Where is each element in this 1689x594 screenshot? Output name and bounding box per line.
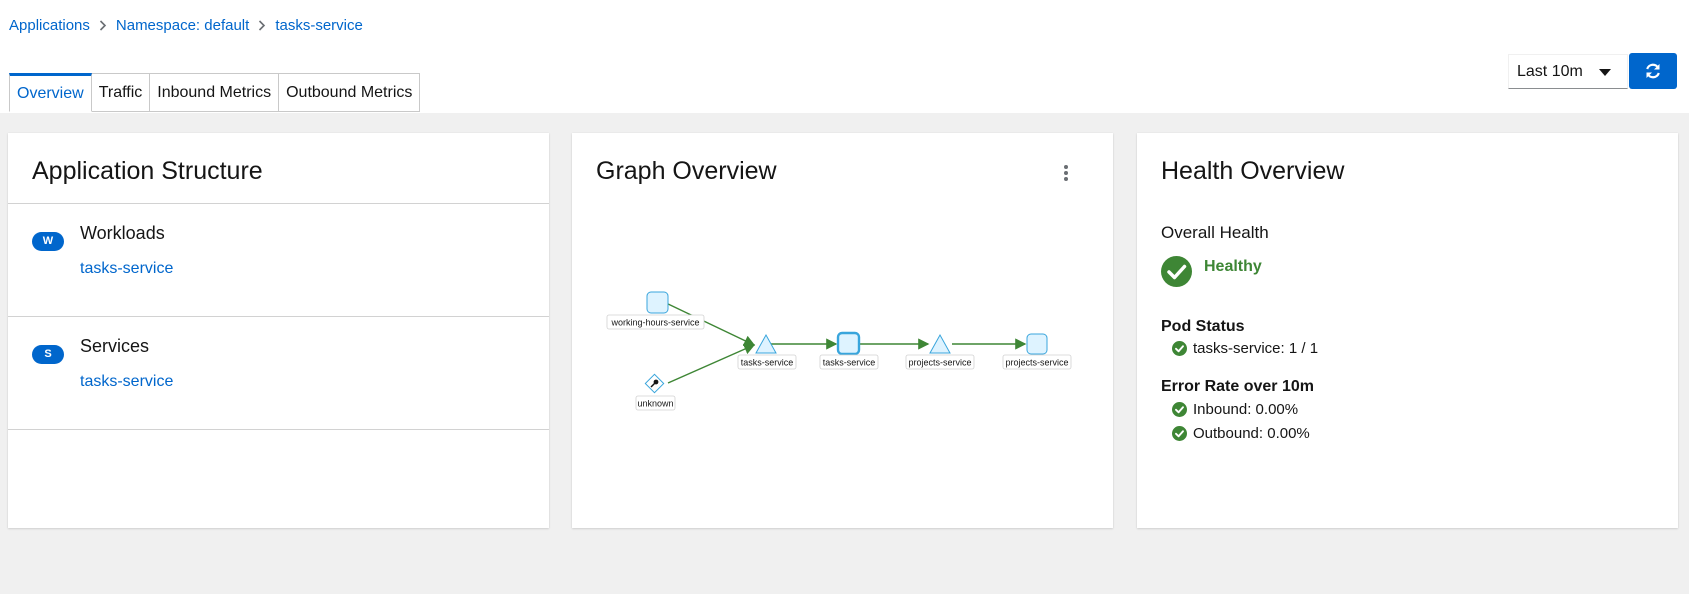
inbound-error-row: Inbound: 0.00%	[1172, 401, 1298, 418]
service-graph: working-hours-service unknown tasks-serv…	[606, 291, 1072, 411]
breadcrumb: Applications Namespace: default tasks-se…	[9, 15, 363, 35]
check-circle-icon	[1172, 402, 1187, 417]
refresh-button[interactable]	[1629, 53, 1677, 89]
graph-overview-card: Graph Overview working-hours-service unk…	[572, 133, 1113, 528]
node-label: tasks-service	[823, 358, 876, 368]
workload-badge: W	[32, 232, 64, 251]
caret-down-icon	[1599, 69, 1611, 76]
graph-node-projects-service-app[interactable]: projects-service	[905, 333, 975, 370]
graph-node-tasks-service-app[interactable]: tasks-service	[737, 333, 797, 370]
overall-health-label: Overall Health	[1161, 223, 1269, 242]
node-label: working-hours-service	[610, 318, 699, 328]
service-badge: S	[32, 345, 64, 364]
services-heading: Services	[80, 336, 150, 356]
node-label: tasks-service	[741, 358, 794, 368]
tab-outbound-metrics[interactable]: Outbound Metrics	[279, 73, 421, 112]
tab-inbound-metrics[interactable]: Inbound Metrics	[150, 73, 280, 112]
card-title: Application Structure	[32, 157, 263, 185]
duration-value: Last 10m	[1517, 62, 1583, 80]
node-label: projects-service	[1005, 358, 1068, 368]
error-rate-label: Error Rate over 10m	[1161, 378, 1314, 395]
breadcrumb-namespace[interactable]: Namespace: default	[116, 17, 249, 34]
check-circle-icon	[1172, 341, 1187, 356]
pod-status-label: Pod Status	[1161, 318, 1245, 335]
pod-status-value: tasks-service: 1 / 1	[1193, 340, 1319, 357]
content-area: Application Structure W Workloads tasks-…	[0, 113, 1689, 594]
workloads-heading: Workloads	[80, 223, 165, 243]
application-structure-card: Application Structure W Workloads tasks-…	[8, 133, 549, 528]
graph-node-projects-service-workload[interactable]: projects-service	[1002, 333, 1072, 370]
divider	[8, 429, 549, 430]
health-overview-card: Health Overview Overall Health Healthy P…	[1137, 133, 1678, 528]
graph-node-tasks-service-workload[interactable]: tasks-service	[819, 331, 879, 370]
refresh-icon	[1646, 63, 1660, 79]
service-link[interactable]: tasks-service	[80, 373, 173, 391]
divider	[8, 316, 549, 317]
tab-bar: Overview Traffic Inbound Metrics Outboun…	[9, 73, 421, 112]
breadcrumb-tasks-service[interactable]: tasks-service	[275, 17, 363, 34]
inbound-error-value: Inbound: 0.00%	[1193, 401, 1299, 418]
divider	[8, 203, 549, 204]
node-label: unknown	[637, 399, 673, 409]
graph-node-unknown[interactable]: unknown	[635, 373, 676, 411]
duration-dropdown[interactable]: Last 10m	[1508, 54, 1628, 89]
outbound-error-row: Outbound: 0.00%	[1172, 425, 1310, 442]
outbound-error-value: Outbound: 0.00%	[1193, 425, 1310, 442]
card-title: Health Overview	[1161, 157, 1345, 185]
pod-status-row: tasks-service: 1 / 1	[1172, 340, 1318, 357]
chevron-right-icon	[249, 17, 275, 34]
node-label: projects-service	[908, 358, 971, 368]
tab-overview[interactable]: Overview	[9, 73, 92, 112]
overall-health-status: Healthy	[1204, 258, 1262, 275]
workload-link[interactable]: tasks-service	[80, 260, 173, 278]
breadcrumb-applications[interactable]: Applications	[9, 17, 90, 34]
tab-traffic[interactable]: Traffic	[91, 73, 151, 112]
chevron-right-icon	[90, 17, 116, 34]
check-circle-icon	[1172, 426, 1187, 441]
check-circle-icon	[1161, 256, 1192, 287]
graph-node-working-hours-service[interactable]: working-hours-service	[606, 291, 705, 330]
